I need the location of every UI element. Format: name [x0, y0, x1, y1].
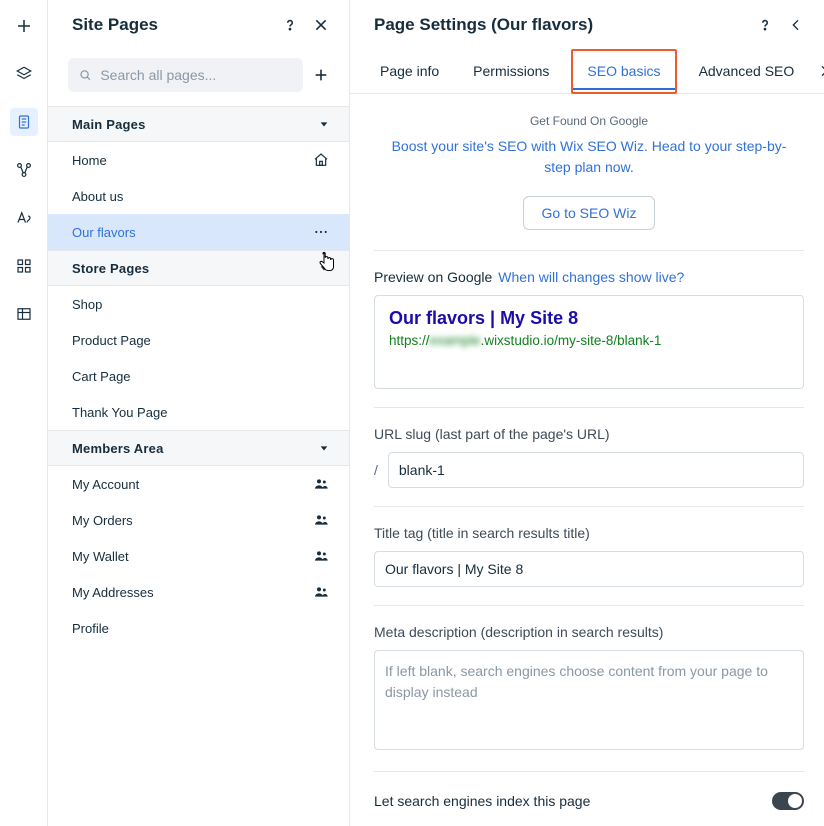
- serp-url: https://example.wixstudio.io/my-site-8/b…: [389, 333, 789, 348]
- page-settings-panel: Page Settings (Our flavors) Page infoPer…: [350, 0, 824, 826]
- rail-add[interactable]: [10, 12, 38, 40]
- add-page-icon[interactable]: [313, 67, 329, 83]
- members-icon: [313, 548, 329, 564]
- tab-page-info[interactable]: Page info: [368, 49, 451, 94]
- seo-wiz-button[interactable]: Go to SEO Wiz: [523, 196, 656, 230]
- meta-desc-input[interactable]: [374, 650, 804, 750]
- page-item[interactable]: My Addresses: [48, 574, 349, 610]
- site-pages-panel: Site Pages Main Pages Home About us Our fla…: [48, 0, 350, 826]
- help-icon[interactable]: [756, 16, 774, 34]
- settings-tabs: Page infoPermissionsSEO basicsAdvanced S…: [350, 49, 824, 94]
- tab-permissions[interactable]: Permissions: [461, 49, 561, 94]
- slash-prefix: /: [374, 462, 378, 478]
- page-item-label: Cart Page: [72, 369, 131, 384]
- page-item[interactable]: Our flavors: [48, 214, 349, 250]
- page-item-label: My Account: [72, 477, 139, 492]
- rail-connections[interactable]: [10, 156, 38, 184]
- page-item[interactable]: My Account: [48, 466, 349, 502]
- url-slug-label: URL slug (last part of the page's URL): [374, 426, 804, 442]
- page-item-label: My Orders: [72, 513, 133, 528]
- more-icon[interactable]: [313, 224, 329, 240]
- page-list: Main Pages Home About us Our flavors Store P…: [48, 106, 349, 826]
- members-icon: [313, 476, 329, 492]
- home-icon: [313, 152, 329, 168]
- chevron-down-icon: [319, 117, 329, 132]
- title-tag-label: Title tag (title in search results title…: [374, 525, 804, 541]
- google-preview-label: Preview on Google: [374, 269, 492, 285]
- page-section-header[interactable]: Store Pages: [48, 250, 349, 286]
- rail-layers[interactable]: [10, 60, 38, 88]
- page-item-label: My Addresses: [72, 585, 154, 600]
- page-item[interactable]: About us: [48, 178, 349, 214]
- changes-live-link[interactable]: When will changes show live?: [498, 269, 684, 285]
- search-pages-box[interactable]: [68, 58, 303, 92]
- rail-cms[interactable]: [10, 300, 38, 328]
- rail-apps[interactable]: [10, 252, 38, 280]
- members-icon: [313, 512, 329, 528]
- page-settings-title: Page Settings (Our flavors): [374, 15, 593, 35]
- page-item-label: My Wallet: [72, 549, 129, 564]
- page-item-label: Our flavors: [72, 225, 136, 240]
- rail-typography[interactable]: [10, 204, 38, 232]
- seo-promo-body: Boost your site's SEO with Wix SEO Wiz. …: [374, 136, 804, 178]
- page-item-label: Shop: [72, 297, 102, 312]
- chevron-down-icon: [319, 261, 329, 276]
- page-item-label: Profile: [72, 621, 109, 636]
- page-item-label: Thank You Page: [72, 405, 167, 420]
- page-item-label: Product Page: [72, 333, 151, 348]
- search-pages-input[interactable]: [100, 67, 293, 83]
- close-icon[interactable]: [313, 17, 329, 33]
- meta-desc-label: Meta description (description in search …: [374, 624, 804, 640]
- editor-icon-rail: [0, 0, 48, 826]
- url-slug-input[interactable]: [388, 452, 804, 488]
- seo-promo-heading: Get Found On Google: [374, 114, 804, 128]
- rail-pages[interactable]: [10, 108, 38, 136]
- tab-seo-basics[interactable]: SEO basics: [571, 49, 676, 94]
- page-item[interactable]: Thank You Page: [48, 394, 349, 430]
- search-icon: [78, 67, 92, 83]
- site-pages-title: Site Pages: [72, 15, 158, 35]
- page-item-label: About us: [72, 189, 123, 204]
- chevron-down-icon: [319, 441, 329, 456]
- chevron-left-icon[interactable]: [788, 17, 804, 33]
- page-section-header[interactable]: Main Pages: [48, 106, 349, 142]
- title-tag-input[interactable]: [374, 551, 804, 587]
- page-section-header[interactable]: Members Area: [48, 430, 349, 466]
- page-item[interactable]: Shop: [48, 286, 349, 322]
- chevron-right-icon[interactable]: [816, 63, 824, 79]
- index-page-label: Let search engines index this page: [374, 793, 590, 809]
- serp-title: Our flavors | My Site 8: [389, 308, 789, 329]
- page-item[interactable]: Home: [48, 142, 349, 178]
- page-item[interactable]: My Orders: [48, 502, 349, 538]
- page-item[interactable]: My Wallet: [48, 538, 349, 574]
- page-item-label: Home: [72, 153, 107, 168]
- page-item[interactable]: Cart Page: [48, 358, 349, 394]
- google-preview-box: Our flavors | My Site 8 https://example.…: [374, 295, 804, 389]
- members-icon: [313, 584, 329, 600]
- tab-advanced-seo[interactable]: Advanced SEO: [687, 49, 807, 94]
- page-item[interactable]: Profile: [48, 610, 349, 646]
- page-item[interactable]: Product Page: [48, 322, 349, 358]
- help-icon[interactable]: [281, 16, 299, 34]
- index-page-toggle[interactable]: [772, 792, 804, 810]
